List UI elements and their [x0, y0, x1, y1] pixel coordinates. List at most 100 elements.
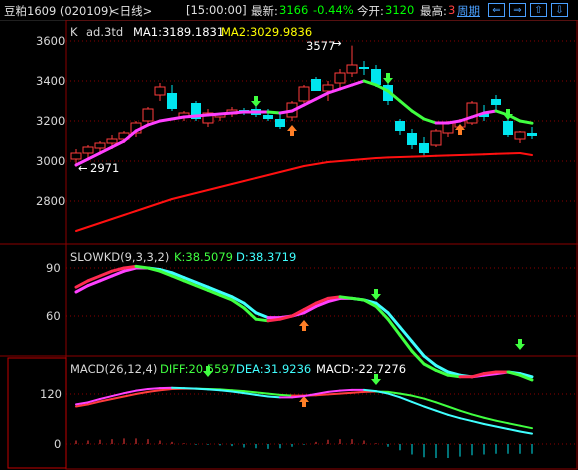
last-price-label: 最新:: [251, 4, 278, 18]
macd-axis: 120 0: [40, 387, 62, 451]
kd-k-segment: [482, 370, 498, 376]
macd-dea-segment: [471, 413, 485, 419]
ma2-segment: [87, 222, 101, 228]
candle-body: [154, 86, 166, 96]
macd-histogram: [75, 438, 533, 458]
macd-diff-segment: [411, 400, 425, 408]
macd-axis-highlight: [7, 357, 67, 469]
kline-chart[interactable]: 3600 3400 3200 3000 2800 90 60 120 0 K a…: [0, 20, 578, 470]
candle-body: [94, 142, 106, 149]
macd-diff-segment: [483, 423, 497, 428]
buy-arrow: [287, 125, 297, 136]
macd-dea-segment: [483, 416, 497, 422]
kd-k-segment: [338, 295, 354, 300]
candle: [311, 77, 321, 91]
zoom-in-button[interactable]: ⇧: [530, 3, 547, 17]
scroll-left-button[interactable]: ⇐: [488, 3, 505, 17]
ma1-segment: [278, 109, 294, 115]
candle-body: [142, 108, 154, 122]
candle-body: [430, 130, 442, 146]
kd-axis: 90 60: [46, 261, 61, 323]
main-legend: K ad.3td MA1:3189.1831 MA2:3029.9836: [70, 25, 312, 39]
kd-k-segment: [350, 296, 366, 302]
high-marker-label: 3577: [306, 39, 335, 53]
candle: [191, 101, 201, 121]
kd-legend: SLOWKD(9,3,3,2) K:38.5079 D:38.3719: [70, 250, 296, 264]
scroll-right-button[interactable]: ⇒: [509, 3, 526, 17]
candle: [395, 119, 405, 135]
macd-dea-segment: [351, 390, 365, 394]
ma1-segment: [194, 113, 210, 118]
price-tick-3400: 3400: [36, 74, 65, 88]
main-panel-name: K: [70, 25, 78, 39]
candle: [514, 131, 526, 143]
candle: [275, 113, 285, 129]
period-link[interactable]: 周期: [457, 3, 480, 19]
macd-dea-segment: [255, 391, 269, 395]
kd-title: SLOWKD(9,3,3,2): [70, 250, 169, 264]
macd-tick-120: 120: [40, 387, 62, 401]
macd-diff-segment: [399, 396, 413, 403]
macd-diff-segment: [135, 388, 149, 392]
candle-body: [298, 86, 310, 102]
macd-diff-segment: [435, 409, 449, 416]
candle-body: [167, 93, 177, 109]
candle-body: [466, 102, 478, 124]
price-tick-3200: 3200: [36, 114, 65, 128]
candle-body: [106, 138, 118, 144]
candle-body: [275, 119, 285, 127]
ma2-segment: [135, 206, 149, 212]
high-marker-arrow: →: [332, 36, 342, 50]
buy-arrow: [299, 320, 309, 331]
ma1-segment: [86, 151, 102, 161]
candle: [154, 83, 166, 101]
macd-diff-label: DIFF:20.5597: [160, 362, 236, 376]
candle-body: [359, 67, 369, 69]
candle-body: [70, 152, 82, 160]
macd-dea-segment: [159, 388, 173, 392]
kd-tick-90: 90: [46, 261, 61, 275]
kd-tick-60: 60: [46, 309, 61, 323]
macd-dea-segment: [123, 393, 137, 398]
macd-diff-segment: [291, 395, 305, 399]
macd-diff-segment: [195, 387, 209, 391]
candle-body: [407, 133, 417, 145]
ma2-segment: [111, 214, 125, 220]
macd-title: MACD(26,12,4): [70, 362, 157, 376]
ma1-segment: [398, 99, 414, 113]
moving-averages: [74, 79, 534, 232]
macd-dea-segment: [423, 397, 437, 404]
ma2-segment: [327, 160, 341, 163]
macd-dea-label: DEA:31.9236: [236, 362, 311, 376]
ma1-segment: [170, 115, 186, 121]
quote-time: [15:00:00]: [186, 3, 247, 17]
candle-body: [419, 143, 429, 153]
macd-tick-0: 0: [54, 437, 61, 451]
ma1-segment: [230, 110, 246, 115]
ma2-segment: [75, 226, 89, 232]
macd-diff-segment: [111, 392, 125, 398]
macd-diff-segment: [147, 387, 161, 390]
buy-arrow: [299, 396, 309, 407]
ma2-segment: [99, 218, 113, 224]
price-tick-2800: 2800: [36, 194, 65, 208]
kd-d-segment: [254, 311, 270, 320]
ma2-segment: [171, 195, 185, 200]
macd-diff-segment: [207, 388, 221, 392]
candle: [298, 85, 310, 103]
last-price-value: 3166: [279, 3, 309, 17]
macd-diff-segment: [447, 413, 461, 420]
ma1-label: MA1:3189.1831: [133, 25, 224, 39]
zoom-out-button[interactable]: ⇩: [551, 3, 568, 17]
macd-diff-segment: [363, 388, 377, 393]
ma1-segment: [206, 112, 222, 117]
ma2-segment: [339, 159, 353, 162]
kd-k-segment: [266, 317, 282, 323]
period-tag: <日线>: [110, 4, 153, 18]
macd-dea-segment: [495, 419, 509, 425]
candle-body: [322, 84, 334, 92]
macd-diff-segment: [471, 420, 485, 425]
macd-dea-segment: [447, 405, 461, 412]
candle: [419, 137, 429, 157]
macd-diff-segment: [507, 428, 521, 433]
